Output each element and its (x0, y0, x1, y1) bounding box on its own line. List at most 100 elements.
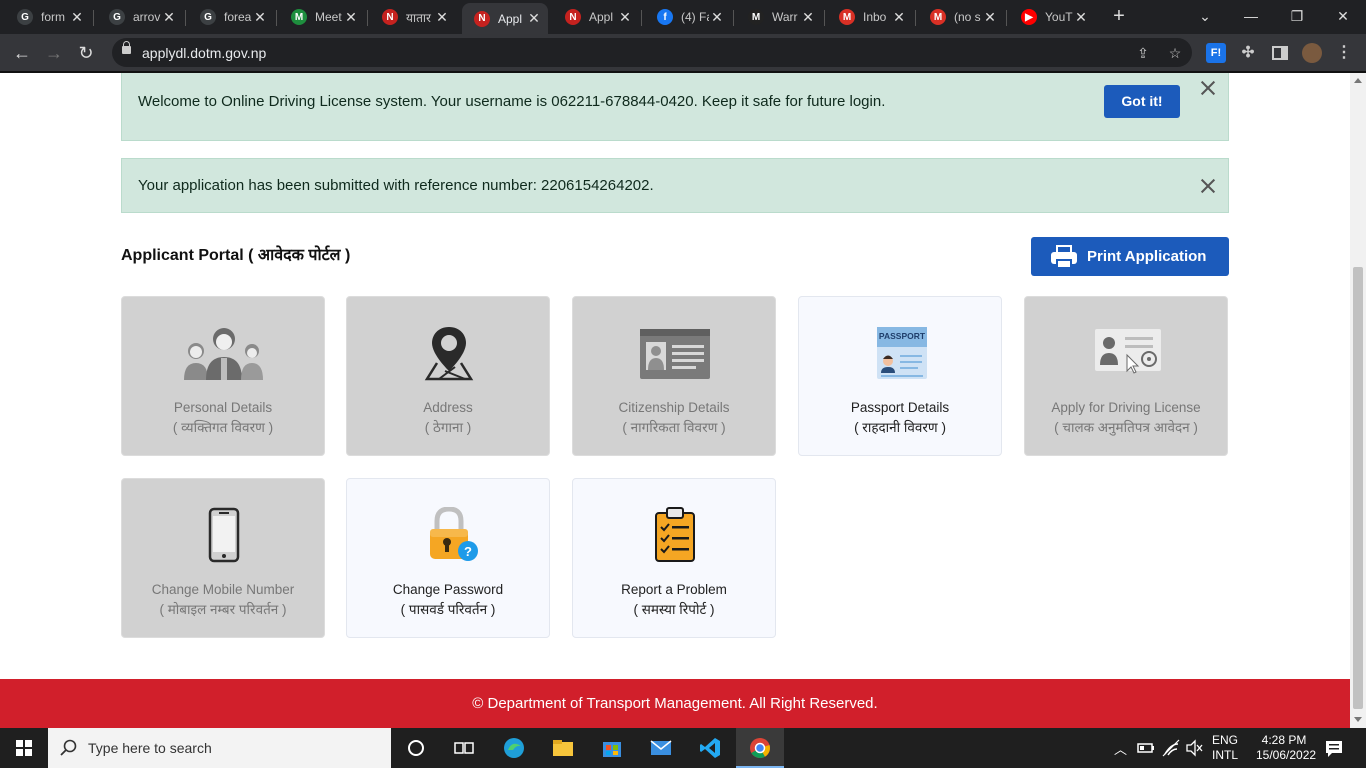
license-icon (1095, 329, 1161, 374)
card-sublabel: ( समस्या रिपोर्ट ) (633, 602, 715, 617)
print-application-button[interactable]: Print Application (1031, 237, 1229, 276)
cortana-icon[interactable] (404, 736, 428, 760)
browser-menu-icon[interactable]: ⋮ (1334, 43, 1354, 63)
scrollbar-thumb[interactable] (1353, 267, 1363, 709)
tab-close-icon[interactable]: ✕ (617, 9, 633, 26)
clock-time: 4:28 PM (1261, 733, 1307, 747)
scroll-up-icon[interactable] (1354, 78, 1362, 83)
browser-tab[interactable]: M (no s ✕ (918, 3, 1004, 31)
clock[interactable]: 4:28 PM 15/06/2022 (1256, 733, 1316, 763)
tab-close-icon[interactable]: ✕ (161, 9, 177, 26)
tab-close-icon[interactable]: ✕ (982, 9, 998, 26)
card-sublabel: ( पासवर्ड परिवर्तन ) (400, 602, 496, 617)
tab-close-icon[interactable]: ✕ (891, 9, 907, 26)
language-indicator[interactable]: ENG INTL (1212, 733, 1238, 763)
family-icon (184, 328, 263, 380)
card-change-mobile-number[interactable]: Change Mobile Number ( मोबाइल नम्बर परिव… (121, 478, 325, 638)
map-pin-icon (424, 327, 474, 381)
page-footer: © Department of Transport Management. Al… (0, 679, 1350, 728)
tab-close-icon[interactable]: ✕ (1073, 9, 1089, 26)
printer-icon (1051, 244, 1077, 269)
tab-close-icon[interactable]: ✕ (69, 9, 85, 26)
url-text[interactable]: applydl.dotm.gov.np (142, 45, 266, 61)
print-button-label: Print Application (1087, 248, 1207, 265)
page-scrollbar[interactable] (1350, 73, 1366, 728)
forward-icon[interactable]: → (42, 41, 66, 65)
tab-close-icon[interactable]: ✕ (434, 9, 450, 26)
bookmark-star-icon[interactable]: ☆ (1166, 44, 1184, 62)
tab-separator (1006, 10, 1007, 26)
tab-close-icon[interactable]: ✕ (709, 9, 725, 26)
card-citizenship-details[interactable]: Citizenship Details ( नागरिकता विवरण ) (572, 296, 776, 456)
profile-avatar[interactable] (1302, 43, 1322, 63)
extensions-puzzle-icon[interactable]: ✣ (1238, 43, 1258, 63)
windows-start-button[interactable] (0, 728, 48, 768)
tab-close-icon[interactable]: ✕ (800, 9, 816, 26)
card-apply-driving-license[interactable]: Apply for Driving License ( चालक अनुमतिप… (1024, 296, 1228, 456)
browser-tab[interactable]: Garrov ✕ (97, 3, 183, 31)
file-explorer-icon[interactable] (551, 736, 575, 760)
passport-icon-text: PASSPORT (879, 331, 926, 341)
card-address[interactable]: Address ( ठेगाना ) (346, 296, 550, 456)
restore-button[interactable]: ❐ (1274, 0, 1320, 32)
browser-tab[interactable]: ▶ YouT ✕ (1009, 3, 1095, 31)
browser-tab[interactable]: N यातार ✕ (370, 3, 456, 31)
back-icon[interactable]: ← (10, 41, 34, 65)
notifications-icon[interactable] (1324, 736, 1344, 760)
scroll-down-icon[interactable] (1354, 717, 1362, 722)
vscode-icon[interactable] (698, 736, 722, 760)
edge-browser-icon[interactable] (502, 736, 526, 760)
share-icon[interactable]: ⇪ (1134, 44, 1152, 62)
wifi-icon[interactable] (1161, 736, 1181, 760)
close-icon[interactable] (1199, 79, 1217, 97)
search-icon (60, 739, 77, 756)
tab-close-icon[interactable]: ✕ (526, 10, 542, 27)
tab-separator (915, 10, 916, 26)
new-tab-button[interactable]: + (1108, 5, 1130, 27)
battery-icon[interactable] (1136, 736, 1156, 760)
taskbar-search-box[interactable]: Type here to search (48, 728, 391, 768)
browser-tab[interactable]: Gforea ✕ (188, 3, 274, 31)
tab-label: (4) Fa (681, 10, 709, 24)
minimize-button[interactable]: — (1228, 0, 1274, 32)
submitted-message: Your application has been submitted with… (138, 177, 654, 194)
microsoft-store-icon[interactable] (600, 736, 624, 760)
password-help-icon-text: ? (464, 544, 472, 559)
browser-tab[interactable]: M Meet ✕ (279, 3, 365, 31)
close-icon[interactable] (1199, 177, 1217, 195)
browser-tab[interactable]: Gform ✕ (5, 3, 91, 31)
lock-icon[interactable] (122, 41, 131, 54)
close-window-button[interactable]: ✕ (1320, 0, 1366, 32)
tab-close-icon[interactable]: ✕ (343, 9, 359, 26)
browser-tab[interactable]: M Warr ✕ (736, 3, 822, 31)
extension-icon[interactable]: F! (1206, 43, 1226, 63)
task-view-icon[interactable] (452, 736, 476, 760)
welcome-alert: Welcome to Online Driving License system… (121, 73, 1229, 141)
tab-label: (no s (954, 10, 981, 24)
chrome-icon (750, 738, 770, 758)
chrome-taskbar-button[interactable] (736, 728, 784, 768)
browser-tab[interactable]: N Appl ✕ (553, 3, 639, 31)
address-bar[interactable]: applydl.dotm.gov.np ⇪ ☆ (112, 38, 1192, 67)
tab-search-icon[interactable]: ⌄ (1182, 0, 1228, 32)
side-panel-icon[interactable] (1270, 43, 1290, 63)
tab-close-icon[interactable]: ✕ (252, 9, 268, 26)
browser-tab[interactable]: f (4) Fa✕ (645, 3, 731, 31)
tab-favicon-icon: M (839, 9, 855, 25)
mail-icon[interactable] (649, 736, 673, 760)
browser-tab[interactable]: M Inbo ✕ (827, 3, 913, 31)
browser-tab[interactable]: N Appl ✕ (462, 3, 548, 34)
passport-icon: PASSPORT (877, 327, 927, 379)
language-code: ENG (1212, 733, 1239, 747)
reload-icon[interactable]: ↻ (74, 41, 98, 65)
card-sublabel: ( राहदानी विवरण ) (854, 420, 946, 435)
got-it-button[interactable]: Got it! (1104, 85, 1180, 118)
card-sublabel: ( ठेगाना ) (424, 420, 472, 435)
show-hidden-icons[interactable]: ︿ (1114, 739, 1127, 758)
card-passport-details[interactable]: PASSPORT Passport Details ( राहदानी विवर… (798, 296, 1002, 456)
card-report-problem[interactable]: Report a Problem ( समस्या रिपोर्ट ) (572, 478, 776, 638)
tab-label: Inbo (863, 10, 887, 24)
card-change-password[interactable]: ? Change Password ( पासवर्ड परिवर्तन ) (346, 478, 550, 638)
card-personal-details[interactable]: Personal Details ( व्यक्तिगत विवरण ) (121, 296, 325, 456)
volume-muted-icon[interactable] (1184, 736, 1204, 760)
